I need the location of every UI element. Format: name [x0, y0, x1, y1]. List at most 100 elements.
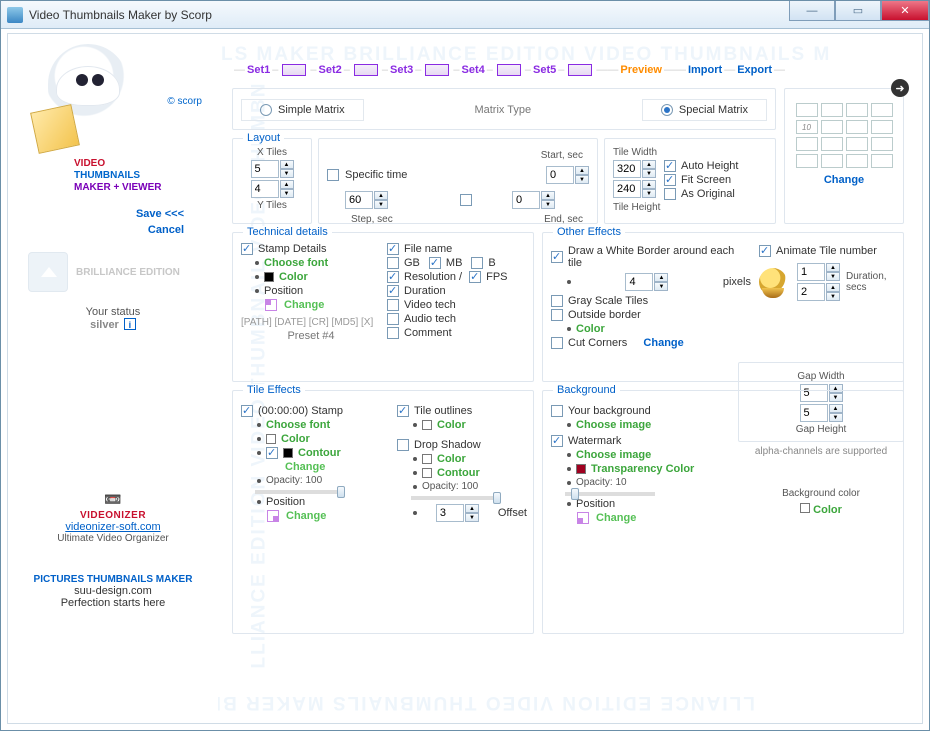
your-background-checkbox[interactable] — [551, 405, 563, 417]
outside-border-color-button[interactable]: Color — [576, 323, 605, 335]
fit-screen-checkbox[interactable] — [664, 174, 676, 186]
ytiles-input[interactable] — [251, 180, 279, 198]
videonizer-link[interactable]: videonizer-soft.com — [18, 521, 208, 533]
drop-shadow-checkbox[interactable] — [397, 439, 409, 451]
outline-color-button[interactable]: Color — [437, 419, 466, 431]
fps-checkbox[interactable] — [469, 271, 481, 283]
tab-set4-icon[interactable] — [497, 64, 521, 76]
step-sec-input[interactable] — [345, 191, 373, 209]
tfx-position-change-button[interactable]: Change — [286, 510, 326, 522]
gb-checkbox[interactable] — [387, 257, 399, 269]
specific-time-checkbox[interactable] — [327, 169, 339, 181]
preview-change-button[interactable]: Change — [793, 174, 895, 186]
tab-set3[interactable]: Set3 — [390, 64, 413, 76]
preview-group: ➜ 10 Change — [784, 88, 904, 224]
stamp-details-checkbox[interactable] — [241, 243, 253, 255]
tfx-contour-button[interactable]: Contour — [298, 447, 341, 459]
grayscale-checkbox[interactable] — [551, 295, 563, 307]
shadow-offset-input[interactable] — [436, 504, 464, 522]
border-pixels-input[interactable] — [625, 273, 653, 291]
mb-checkbox[interactable] — [429, 257, 441, 269]
wm-opacity-slider[interactable] — [565, 492, 655, 496]
bg-choose-image-button[interactable]: Choose image — [576, 419, 651, 431]
outside-border-checkbox[interactable] — [551, 309, 563, 321]
tile-outlines-checkbox[interactable] — [397, 405, 409, 417]
auto-height-checkbox[interactable] — [664, 160, 676, 172]
cancel-button[interactable]: Cancel — [148, 224, 184, 236]
shadow-color-button[interactable]: Color — [437, 453, 466, 465]
td-choose-font-button[interactable]: Choose font — [264, 257, 328, 269]
bg-color-swatch[interactable] — [800, 503, 810, 513]
special-matrix-radio[interactable]: Special Matrix — [642, 99, 767, 121]
tfx-contour-checkbox[interactable] — [266, 447, 278, 459]
td-position-change-button[interactable]: Change — [284, 299, 324, 311]
td-color-swatch[interactable] — [264, 272, 274, 282]
close-button[interactable]: ✕ — [881, 1, 929, 21]
cut-corners-change-button[interactable]: Change — [643, 337, 683, 349]
xtiles-input[interactable] — [251, 160, 279, 178]
b-checkbox[interactable] — [471, 257, 483, 269]
tile-width-input[interactable] — [613, 160, 641, 178]
tab-preview[interactable]: Preview — [620, 64, 662, 76]
tab-export[interactable]: Export — [737, 64, 772, 76]
simple-matrix-radio[interactable]: Simple Matrix — [241, 99, 364, 121]
tfx-color-button[interactable]: Color — [281, 433, 310, 445]
anim-duration-input[interactable] — [797, 283, 825, 301]
edition-icon[interactable] — [28, 252, 68, 292]
wm-choose-image-button[interactable]: Choose image — [576, 449, 651, 461]
tab-import[interactable]: Import — [688, 64, 722, 76]
ytiles-down[interactable]: ▼ — [280, 189, 294, 198]
xtiles-up[interactable]: ▲ — [280, 160, 294, 169]
suudesign-link[interactable]: suu-design.com — [18, 585, 208, 597]
tab-set4[interactable]: Set4 — [462, 64, 485, 76]
tfx-opacity-slider[interactable] — [255, 490, 345, 494]
tab-set2[interactable]: Set2 — [319, 64, 342, 76]
comment-checkbox[interactable] — [387, 327, 399, 339]
xtiles-down[interactable]: ▼ — [280, 169, 294, 178]
watermark-checkbox[interactable] — [551, 435, 563, 447]
shadow-contour-swatch[interactable] — [422, 468, 432, 478]
ytiles-up[interactable]: ▲ — [280, 180, 294, 189]
cut-corners-checkbox[interactable] — [551, 337, 563, 349]
tab-set1-icon[interactable] — [282, 64, 306, 76]
status-info-button[interactable]: i — [124, 318, 136, 330]
start-sec-input[interactable] — [546, 166, 574, 184]
transparency-color-swatch[interactable] — [576, 464, 586, 474]
duration-checkbox[interactable] — [387, 285, 399, 297]
bg-color-button[interactable]: Color — [813, 504, 842, 516]
maximize-button[interactable]: ▭ — [835, 1, 881, 21]
tfx-color-swatch[interactable] — [266, 434, 276, 444]
transparency-color-button[interactable]: Transparency Color — [591, 463, 694, 475]
link-start-end-checkbox[interactable] — [460, 194, 472, 206]
as-original-checkbox[interactable] — [664, 188, 676, 200]
save-button[interactable]: Save <<< — [136, 208, 184, 220]
audio-tech-checkbox[interactable] — [387, 313, 399, 325]
shadow-contour-button[interactable]: Contour — [437, 467, 480, 479]
resolution-checkbox[interactable] — [387, 271, 399, 283]
tab-set1[interactable]: Set1 — [247, 64, 270, 76]
td-color-button[interactable]: Color — [279, 271, 308, 283]
tab-set5[interactable]: Set5 — [533, 64, 556, 76]
tab-set5-icon[interactable] — [568, 64, 592, 76]
tfx-choose-font-button[interactable]: Choose font — [266, 419, 330, 431]
preview-next-button[interactable]: ➜ — [891, 79, 909, 97]
outline-color-swatch[interactable] — [422, 420, 432, 430]
main-panel: AILS MAKER BRILLIANCE EDITION VIDEO THUM… — [218, 44, 912, 713]
shadow-opacity-slider[interactable] — [411, 496, 501, 500]
end-sec-input[interactable] — [512, 191, 540, 209]
filename-checkbox[interactable] — [387, 243, 399, 255]
tab-set3-icon[interactable] — [425, 64, 449, 76]
white-border-checkbox[interactable] — [551, 251, 563, 263]
product-title: VIDEO THUMBNAILS MAKER + VIEWER — [74, 158, 208, 194]
tfx-contour-swatch[interactable] — [283, 448, 293, 458]
timestamp-checkbox[interactable] — [241, 405, 253, 417]
tab-set2-icon[interactable] — [354, 64, 378, 76]
wm-position-change-button[interactable]: Change — [596, 512, 636, 524]
anim-count-input[interactable] — [797, 263, 825, 281]
tile-height-input[interactable] — [613, 180, 641, 198]
shadow-color-swatch[interactable] — [422, 454, 432, 464]
animate-tile-checkbox[interactable] — [759, 245, 771, 257]
tfx-contour-change-button[interactable]: Change — [285, 461, 325, 473]
video-tech-checkbox[interactable] — [387, 299, 399, 311]
minimize-button[interactable]: — — [789, 1, 835, 21]
